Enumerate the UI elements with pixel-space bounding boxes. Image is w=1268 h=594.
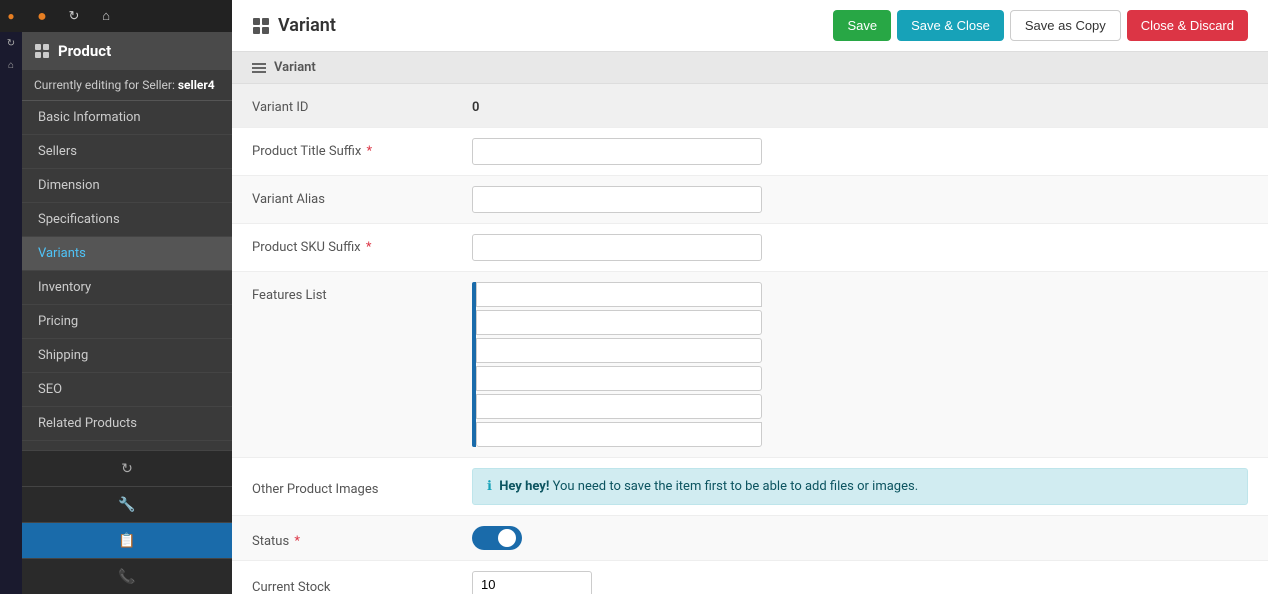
- save-close-button[interactable]: Save & Close: [897, 10, 1004, 41]
- close-discard-button[interactable]: Close & Discard: [1127, 10, 1248, 41]
- section-title: Variant: [274, 60, 316, 75]
- features-input-4[interactable]: [476, 366, 762, 391]
- variant-alias-label: Variant Alias: [252, 186, 472, 207]
- seller-info: Currently editing for Seller: seller4: [22, 70, 232, 101]
- product-title: Product: [58, 42, 111, 60]
- nav-item-specifications[interactable]: Specifications: [22, 203, 232, 237]
- other-product-images-label: Other Product Images: [252, 476, 472, 497]
- save-button[interactable]: Save: [833, 10, 891, 41]
- main-title: Variant: [252, 15, 336, 36]
- features-input-3[interactable]: [476, 338, 762, 363]
- features-input-2[interactable]: [476, 310, 762, 335]
- sidebar-clipboard-icon[interactable]: 📋: [22, 522, 232, 558]
- variant-id-label: Variant ID: [252, 94, 472, 115]
- main-content: Variant Save Save & Close Save as Copy C…: [232, 0, 1268, 594]
- form-container: Variant Variant ID 0 Product Title Suffi…: [232, 52, 1268, 594]
- product-sku-suffix-input[interactable]: [472, 234, 762, 261]
- features-list-container: [472, 282, 762, 447]
- nav-item-sellers[interactable]: Sellers: [22, 135, 232, 169]
- nav-item-shipping[interactable]: Shipping: [22, 339, 232, 373]
- product-title-suffix-input[interactable]: [472, 138, 762, 165]
- current-stock-row: Current Stock: [232, 561, 1268, 594]
- product-sku-suffix-row: Product SKU Suffix *: [232, 224, 1268, 272]
- product-title-suffix-label: Product Title Suffix *: [252, 138, 472, 159]
- status-label: Status *: [252, 528, 472, 549]
- sidebar-phone-icon[interactable]: 📞: [22, 558, 232, 594]
- required-star-title: *: [363, 144, 372, 159]
- sidebar-icon-refresh[interactable]: ↻: [62, 4, 86, 28]
- sidebar-refresh-icon[interactable]: ↻: [22, 450, 232, 486]
- variant-alias-input[interactable]: [472, 186, 762, 213]
- variant-page-icon: [252, 17, 270, 35]
- other-product-images-row: Other Product Images ℹ Hey hey! You need…: [232, 458, 1268, 516]
- sidebar-bottom-icons: ↻ 🔧 📋 📞: [22, 450, 232, 594]
- nav-item-variants[interactable]: Variants: [22, 237, 232, 271]
- required-star-sku: *: [363, 240, 372, 255]
- product-icon: [34, 43, 50, 59]
- nav-item-seo[interactable]: SEO: [22, 373, 232, 407]
- features-list-label: Features List: [252, 282, 472, 303]
- sidebar-icon-circle[interactable]: ●: [30, 4, 54, 28]
- nav-item-inventory[interactable]: Inventory: [22, 271, 232, 305]
- sidebar-icon-home[interactable]: ⌂: [94, 4, 118, 28]
- features-input-5[interactable]: [476, 394, 762, 419]
- current-stock-input[interactable]: [472, 571, 592, 594]
- main-header: Variant Save Save & Close Save as Copy C…: [232, 0, 1268, 52]
- variant-id-value: 0: [472, 94, 1248, 115]
- header-buttons: Save Save & Close Save as Copy Close & D…: [833, 10, 1248, 41]
- variant-id-row: Variant ID 0: [232, 84, 1268, 128]
- features-input-1[interactable]: [476, 282, 762, 307]
- other-product-images-alert: ℹ Hey hey! You need to save the item fir…: [472, 468, 1248, 505]
- features-inputs: [476, 282, 762, 447]
- nav-items: Basic Information Sellers Dimension Spec…: [22, 101, 232, 450]
- sidebar-top-icons: ● ↻ ⌂: [22, 0, 232, 32]
- nav-item-basic-information[interactable]: Basic Information: [22, 101, 232, 135]
- alert-bold: Hey hey!: [499, 479, 549, 494]
- features-list-row: Features List: [232, 272, 1268, 458]
- page-title: Variant: [278, 15, 336, 36]
- sidebar: ● ↻ ⌂ Product Currently editing for Sell…: [22, 0, 232, 594]
- required-star-status: *: [291, 534, 300, 549]
- alert-text: You need to save the item first to be ab…: [553, 479, 919, 494]
- section-header: Variant: [232, 52, 1268, 84]
- seller-name: seller4: [178, 78, 215, 92]
- product-header: Product: [22, 32, 232, 70]
- nav-item-dimension[interactable]: Dimension: [22, 169, 232, 203]
- icon-bar-home[interactable]: ●: [0, 0, 22, 32]
- alert-icon: ℹ: [487, 479, 492, 494]
- product-sku-suffix-label: Product SKU Suffix *: [252, 234, 472, 255]
- icon-bar-house[interactable]: ⌂: [0, 54, 22, 76]
- status-toggle[interactable]: [472, 526, 522, 550]
- status-row: Status *: [232, 516, 1268, 561]
- toggle-slider: [472, 526, 522, 550]
- icon-bar-refresh[interactable]: ↻: [0, 32, 22, 54]
- variant-alias-row: Variant Alias: [232, 176, 1268, 224]
- nav-item-related-products[interactable]: Related Products: [22, 407, 232, 441]
- save-copy-button[interactable]: Save as Copy: [1010, 10, 1121, 41]
- section-icon: [252, 63, 266, 73]
- current-stock-label: Current Stock: [252, 574, 472, 594]
- icon-bar: ● ↻ ⌂: [0, 0, 22, 594]
- nav-item-pricing[interactable]: Pricing: [22, 305, 232, 339]
- sidebar-wrench-icon[interactable]: 🔧: [22, 486, 232, 522]
- features-input-6[interactable]: [476, 422, 762, 447]
- product-title-suffix-row: Product Title Suffix *: [232, 128, 1268, 176]
